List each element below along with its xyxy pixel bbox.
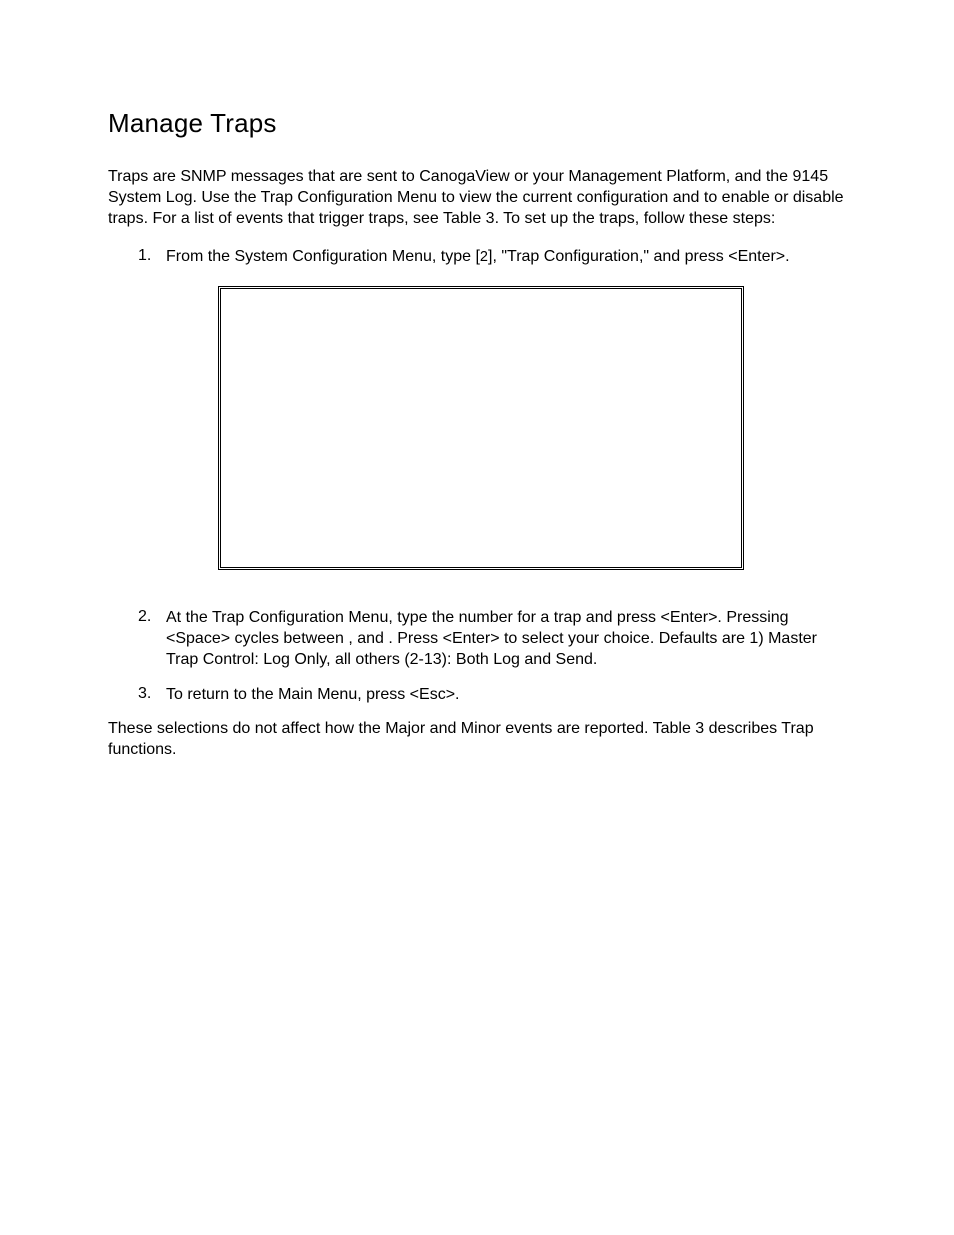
step-number: 3. (138, 685, 166, 706)
step-text: From the System Configuration Menu, type… (166, 247, 846, 268)
step1-pre: From the System Configuration Menu, type… (166, 248, 480, 265)
step-text: At the Trap Configuration Menu, type the… (166, 608, 846, 670)
intro-paragraph: Traps are SNMP messages that are sent to… (108, 167, 846, 229)
closing-paragraph: These selections do not affect how the M… (108, 719, 846, 761)
page-container: Manage Traps Traps are SNMP messages tha… (0, 0, 954, 761)
section-heading: Manage Traps (108, 108, 846, 139)
step-number: 1. (138, 247, 166, 268)
step-text: To return to the Main Menu, press <Esc>. (166, 685, 846, 706)
step-3: 3. To return to the Main Menu, press <Es… (108, 685, 846, 706)
step-2: 2. At the Trap Configuration Menu, type … (108, 608, 846, 670)
step1-inline-num: 2 (480, 249, 488, 265)
step-number: 2. (138, 608, 166, 670)
step-1: 1. From the System Configuration Menu, t… (108, 247, 846, 268)
step1-post: ], "Trap Configuration," and press <Ente… (488, 248, 790, 265)
figure-placeholder-box (218, 286, 744, 570)
